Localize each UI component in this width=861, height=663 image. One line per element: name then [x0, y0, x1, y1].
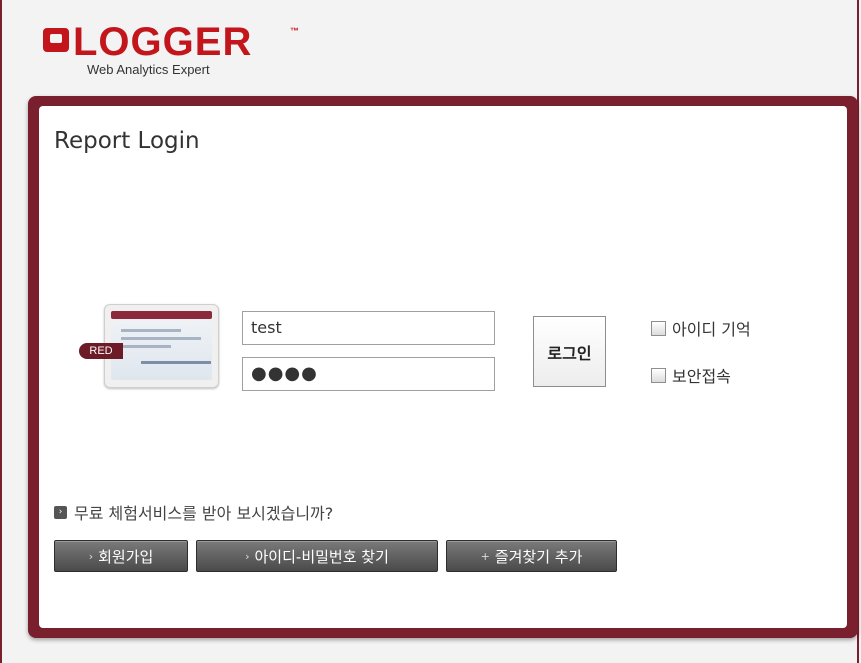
logo-trademark: ™	[290, 26, 299, 36]
free-trial-promo[interactable]: › 무료 체험서비스를 받아 보시겠습니까?	[54, 500, 333, 524]
preview-header	[111, 311, 212, 319]
find-account-label: 아이디-비밀번호 찾기	[254, 547, 389, 566]
login-card-body: Report Login RED test ●●●● 로그인 아이디 기억 보안…	[39, 106, 847, 628]
add-favorite-label: 즐겨찾기 추가	[494, 547, 583, 566]
add-favorite-button[interactable]: + 즐겨찾기 추가	[446, 540, 617, 572]
join-label: 회원가입	[98, 547, 154, 566]
login-card: Report Login RED test ●●●● 로그인 아이디 기억 보안…	[28, 96, 858, 638]
remember-id-checkbox[interactable]	[651, 320, 666, 336]
secure-login-label: 보안접속	[672, 367, 731, 386]
logo-mark-icon	[43, 28, 69, 52]
preview-row	[141, 361, 211, 364]
preview-row	[121, 329, 181, 332]
page-title: Report Login	[54, 128, 200, 154]
chevron-right-icon: ›	[245, 549, 250, 563]
logger-logo[interactable]: LOGGER ™ Web Analytics Expert	[43, 20, 303, 82]
logo-text: LOGGER	[73, 20, 253, 64]
remember-id-label: 아이디 기억	[672, 320, 751, 339]
secure-login-option[interactable]: 보안접속	[651, 365, 731, 386]
free-trial-text: 무료 체험서비스를 받아 보시겠습니까?	[74, 504, 334, 523]
secure-login-checkbox[interactable]	[651, 367, 666, 383]
logo-tagline: Web Analytics Expert	[87, 62, 210, 77]
user-id-input[interactable]: test	[242, 311, 495, 345]
password-input[interactable]: ●●●●	[242, 357, 495, 391]
login-button[interactable]: 로그인	[533, 316, 606, 387]
preview-row	[121, 345, 171, 348]
preview-body	[111, 321, 212, 380]
red-badge: RED	[79, 343, 123, 359]
preview-row	[121, 337, 201, 340]
arrow-right-icon: ›	[54, 505, 67, 519]
report-preview-image: RED	[79, 304, 219, 388]
find-account-button[interactable]: › 아이디-비밀번호 찾기	[196, 540, 438, 572]
chevron-right-icon: ›	[88, 549, 94, 563]
remember-id-option[interactable]: 아이디 기억	[651, 318, 751, 339]
plus-icon: +	[480, 549, 490, 563]
join-button[interactable]: › 회원가입	[54, 540, 188, 572]
